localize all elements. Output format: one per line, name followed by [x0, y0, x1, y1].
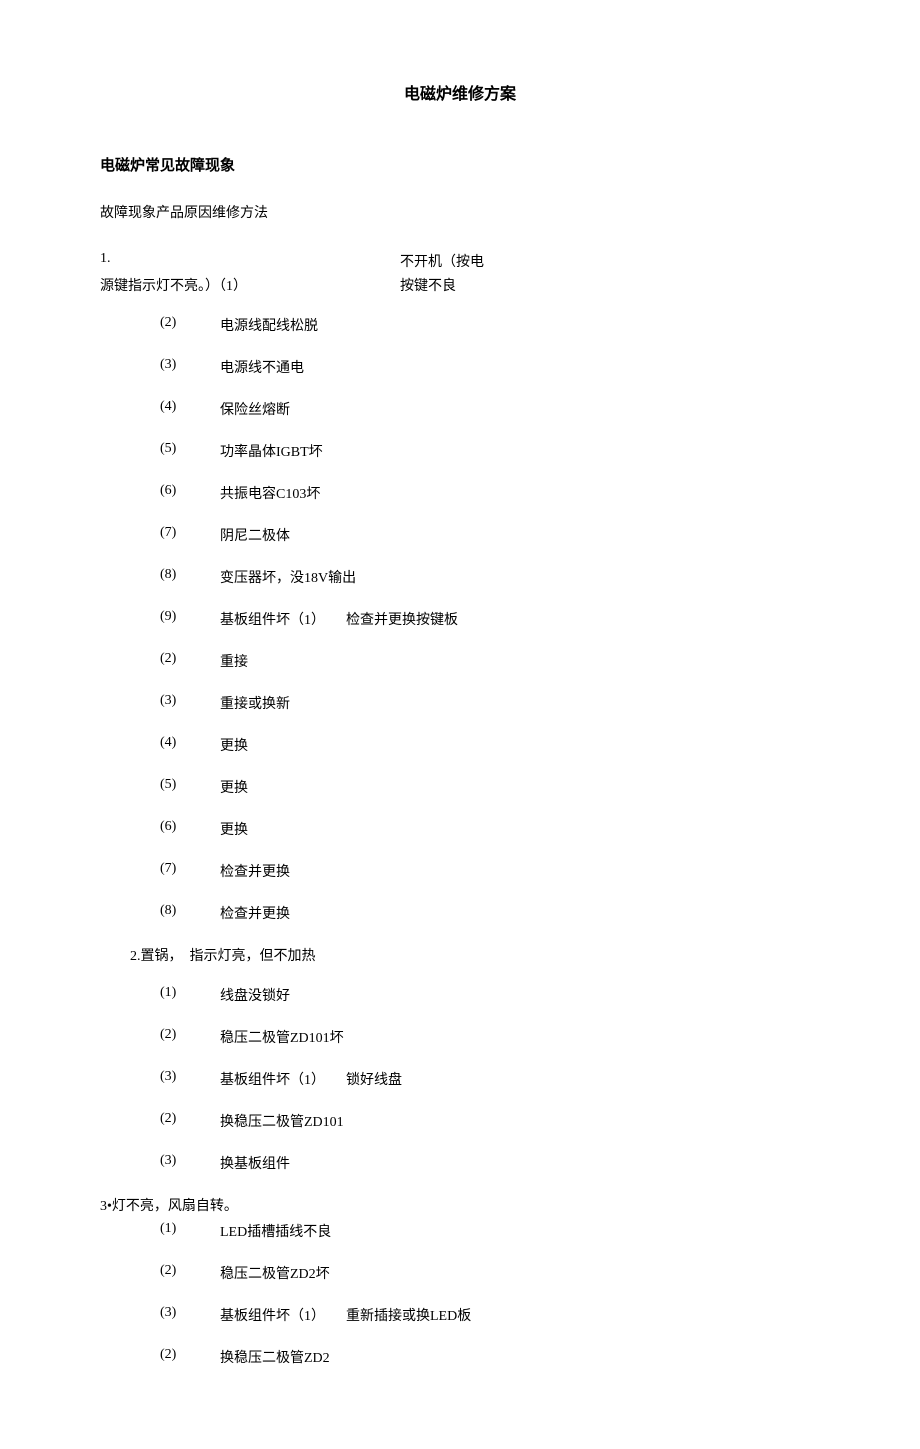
fault1-row1: 1. 不开机（按电 [100, 251, 820, 271]
list-text: 电源线不通电 [220, 357, 820, 377]
document-subtitle: 电磁炉常见故障现象 [100, 154, 820, 175]
list-num: (2) [160, 1347, 220, 1367]
list-num: (2) [160, 315, 220, 335]
list-num: (3) [160, 1305, 220, 1325]
list-item: (2)换稳压二极管ZD101 [160, 1111, 820, 1131]
list-text: 重接或换新 [220, 693, 820, 713]
list-text: 保险丝熔断 [220, 399, 820, 419]
fault1-row1-right: 不开机（按电 [400, 251, 820, 271]
list-num: (6) [160, 819, 220, 839]
list-text: 共振电容C103坏 [220, 483, 820, 503]
list-text: 检查并更换 [220, 861, 820, 881]
list-num: (1) [160, 1221, 220, 1241]
list-item: (3)重接或换新 [160, 693, 820, 713]
list-num: (3) [160, 693, 220, 713]
list-item: (7)检查并更换 [160, 861, 820, 881]
list-text: LED插槽插线不良 [220, 1221, 820, 1241]
list-item: (8)检查并更换 [160, 903, 820, 923]
list-num: (2) [160, 651, 220, 671]
section2-heading: 2.置锅， 指示灯亮，但不加热 [130, 945, 820, 965]
list-item: (3)换基板组件 [160, 1153, 820, 1173]
list-num: (5) [160, 441, 220, 461]
list-item: (8)变压器坏，没18V输出 [160, 567, 820, 587]
list-num: (8) [160, 903, 220, 923]
list-text: 换稳压二极管ZD2 [220, 1347, 820, 1367]
list-num: (3) [160, 357, 220, 377]
list-text: 更换 [220, 777, 820, 797]
list-item: (7)阴尼二极体 [160, 525, 820, 545]
items-c-block: (1)LED插槽插线不良 (2)稳压二极管ZD2坏 (3)基板组件坏（1） 重新… [160, 1221, 820, 1367]
list-item: (6)更换 [160, 819, 820, 839]
list-item: (3)基板组件坏（1） 重新插接或换LED板 [160, 1305, 820, 1325]
document-page: 电磁炉维修方案 电磁炉常见故障现象 故障现象产品原因维修方法 1. 不开机（按电… [0, 0, 920, 1449]
list-num: (1) [160, 985, 220, 1005]
list-num: (2) [160, 1027, 220, 1047]
list-text: 功率晶体IGBT坏 [220, 441, 820, 461]
list-item: (1)线盘没锁好 [160, 985, 820, 1005]
list-text: 稳压二极管ZD2坏 [220, 1263, 820, 1283]
list-text: 基板组件坏（1） 检查并更换按键板 [220, 609, 820, 629]
list-text: 阴尼二极体 [220, 525, 820, 545]
list-text: 检查并更换 [220, 903, 820, 923]
list-item: (1)LED插槽插线不良 [160, 1221, 820, 1241]
list-num: (8) [160, 567, 220, 587]
list-item: (4)保险丝熔断 [160, 399, 820, 419]
list-num: (6) [160, 483, 220, 503]
list-item: (2)稳压二极管ZD101坏 [160, 1027, 820, 1047]
items-b-block: (1)线盘没锁好 (2)稳压二极管ZD101坏 (3)基板组件坏（1） 锁好线盘… [160, 985, 820, 1173]
list-num: (4) [160, 735, 220, 755]
list-item: (3)基板组件坏（1） 锁好线盘 [160, 1069, 820, 1089]
list-text: 电源线配线松脱 [220, 315, 820, 335]
list-text: 变压器坏，没18V输出 [220, 567, 820, 587]
fault1-row1-left: 1. [100, 251, 400, 271]
fault1-row2-left: 源键指示灯不亮。）（1） [100, 275, 400, 295]
list-num: (3) [160, 1069, 220, 1089]
list-num: (5) [160, 777, 220, 797]
document-title: 电磁炉维修方案 [100, 80, 820, 104]
section3-heading: 3•灯不亮，风扇自转。 [100, 1195, 820, 1215]
list-text: 基板组件坏（1） 锁好线盘 [220, 1069, 820, 1089]
list-num: (3) [160, 1153, 220, 1173]
list-num: (9) [160, 609, 220, 629]
fault1-row2: 源键指示灯不亮。）（1） 按键不良 [100, 275, 820, 295]
list-item: (2)电源线配线松脱 [160, 315, 820, 335]
list-text: 稳压二极管ZD101坏 [220, 1027, 820, 1047]
list-item: (5)功率晶体IGBT坏 [160, 441, 820, 461]
list-num: (2) [160, 1111, 220, 1131]
fault1-row2-right: 按键不良 [400, 275, 820, 295]
list-num: (7) [160, 861, 220, 881]
list-item: (2)换稳压二极管ZD2 [160, 1347, 820, 1367]
list-item: (2)稳压二极管ZD2坏 [160, 1263, 820, 1283]
list-item: (3)电源线不通电 [160, 357, 820, 377]
list-text: 更换 [220, 819, 820, 839]
list-num: (7) [160, 525, 220, 545]
list-text: 更换 [220, 735, 820, 755]
list-num: (4) [160, 399, 220, 419]
list-item: (4)更换 [160, 735, 820, 755]
list-text: 换基板组件 [220, 1153, 820, 1173]
list-num: (2) [160, 1263, 220, 1283]
list-item: (2)重接 [160, 651, 820, 671]
list-item: (9)基板组件坏（1） 检查并更换按键板 [160, 609, 820, 629]
list-text: 线盘没锁好 [220, 985, 820, 1005]
list-item: (5)更换 [160, 777, 820, 797]
list-item: (6)共振电容C103坏 [160, 483, 820, 503]
items-a-block: (2)电源线配线松脱 (3)电源线不通电 (4)保险丝熔断 (5)功率晶体IGB… [160, 315, 820, 923]
list-text: 换稳压二极管ZD101 [220, 1111, 820, 1131]
list-text: 基板组件坏（1） 重新插接或换LED板 [220, 1305, 820, 1325]
list-text: 重接 [220, 651, 820, 671]
intro-line: 故障现象产品原因维修方法 [100, 203, 820, 225]
